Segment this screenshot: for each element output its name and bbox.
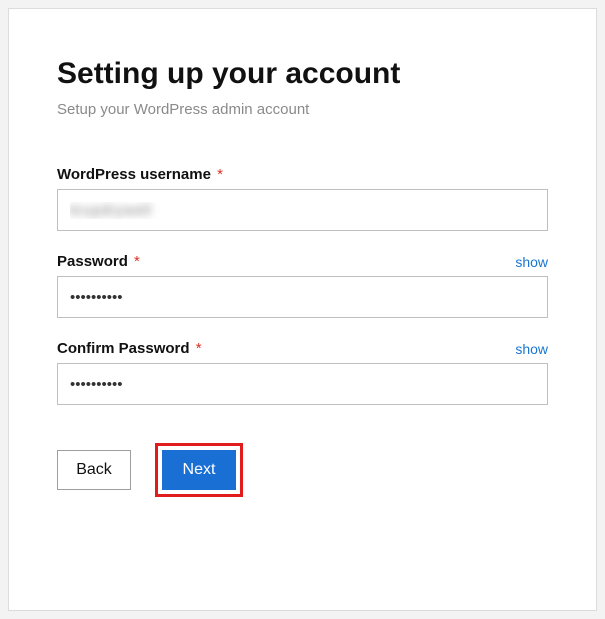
username-input[interactable]	[57, 189, 548, 231]
password-field-block: Password * show	[57, 253, 548, 318]
required-mark: *	[134, 253, 140, 270]
password-label-text: Password	[57, 253, 128, 270]
confirm-password-input[interactable]	[57, 363, 548, 405]
confirm-password-field-block: Confirm Password * show	[57, 340, 548, 405]
next-button[interactable]: Next	[162, 450, 236, 490]
username-label-text: WordPress username	[57, 166, 211, 183]
confirm-password-label-text: Confirm Password	[57, 340, 190, 357]
page-title: Setting up your account	[57, 57, 548, 91]
button-row: Back Next	[57, 443, 548, 497]
required-mark: *	[196, 340, 202, 357]
username-label: WordPress username *	[57, 166, 223, 183]
required-mark: *	[217, 166, 223, 183]
next-button-highlight: Next	[155, 443, 243, 497]
password-input[interactable]	[57, 276, 548, 318]
username-field-block: WordPress username *	[57, 166, 548, 231]
account-setup-panel: Setting up your account Setup your WordP…	[8, 8, 597, 611]
page-subtitle: Setup your WordPress admin account	[57, 101, 548, 118]
password-label: Password *	[57, 253, 140, 270]
show-password-link[interactable]: show	[515, 254, 548, 270]
back-button[interactable]: Back	[57, 450, 131, 490]
confirm-password-label: Confirm Password *	[57, 340, 202, 357]
show-confirm-password-link[interactable]: show	[515, 341, 548, 357]
